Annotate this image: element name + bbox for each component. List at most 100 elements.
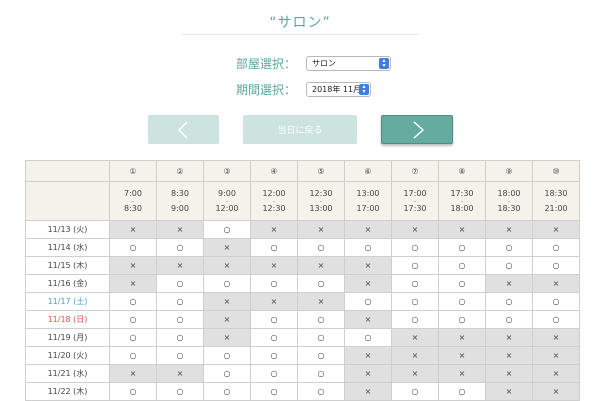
- available-slot-cell[interactable]: ○: [109, 328, 157, 347]
- available-slot-cell[interactable]: ○: [391, 292, 439, 311]
- available-slot-cell[interactable]: ○: [297, 328, 345, 347]
- available-slot-cell[interactable]: ○: [156, 292, 204, 311]
- available-slot-cell[interactable]: ○: [485, 256, 533, 275]
- unavailable-slot-cell: ×: [485, 382, 533, 401]
- date-cell: 11/21 (水): [25, 364, 110, 383]
- available-slot-cell[interactable]: ○: [109, 292, 157, 311]
- available-slot-cell[interactable]: ○: [485, 310, 533, 329]
- available-slot-cell[interactable]: ○: [250, 274, 298, 293]
- title-divider: [182, 34, 418, 35]
- available-slot-cell[interactable]: ○: [156, 310, 204, 329]
- unavailable-slot-cell: ×: [438, 346, 486, 365]
- select-arrows-icon: ▴ ▾: [359, 84, 369, 95]
- available-slot-cell[interactable]: ○: [344, 292, 392, 311]
- unavailable-slot-cell: ×: [438, 220, 486, 239]
- slot-number: ①: [109, 160, 157, 182]
- available-slot-cell[interactable]: ○: [297, 238, 345, 257]
- available-slot-cell[interactable]: ○: [532, 310, 580, 329]
- available-slot-cell[interactable]: ○: [391, 274, 439, 293]
- slot-time: 13:00-17:00: [344, 181, 392, 221]
- today-button[interactable]: 当日に戻る: [243, 115, 357, 144]
- select-arrows-icon: ▴ ▾: [379, 58, 389, 69]
- available-slot-cell[interactable]: ○: [156, 328, 204, 347]
- available-slot-cell[interactable]: ○: [250, 382, 298, 401]
- unavailable-slot-cell: ×: [203, 328, 251, 347]
- available-slot-cell[interactable]: ○: [532, 292, 580, 311]
- available-slot-cell[interactable]: ○: [109, 382, 157, 401]
- available-slot-cell[interactable]: ○: [203, 364, 251, 383]
- unavailable-slot-cell: ×: [297, 220, 345, 239]
- available-slot-cell[interactable]: ○: [438, 292, 486, 311]
- available-slot-cell[interactable]: ○: [297, 364, 345, 383]
- available-slot-cell[interactable]: ○: [438, 256, 486, 275]
- period-select[interactable]: 2018年 11月 ▴ ▾: [306, 82, 371, 97]
- available-slot-cell[interactable]: ○: [532, 256, 580, 275]
- chevron-right-icon: [413, 121, 425, 139]
- slot-start-time: 7:00: [124, 188, 142, 198]
- available-slot-cell[interactable]: ○: [156, 274, 204, 293]
- available-slot-cell[interactable]: ○: [250, 364, 298, 383]
- available-slot-cell[interactable]: ○: [109, 310, 157, 329]
- unavailable-slot-cell: ×: [203, 292, 251, 311]
- slot-end-time: 21:00: [544, 203, 568, 213]
- available-slot-cell[interactable]: ○: [391, 238, 439, 257]
- unavailable-slot-cell: ×: [109, 220, 157, 239]
- available-slot-cell[interactable]: ○: [344, 238, 392, 257]
- next-period-button[interactable]: [381, 115, 453, 144]
- available-slot-cell[interactable]: ○: [250, 346, 298, 365]
- unavailable-slot-cell: ×: [250, 256, 298, 275]
- available-slot-cell[interactable]: ○: [156, 238, 204, 257]
- slot-time: 12:00-12:30: [250, 181, 298, 221]
- slot-end-time: 18:30: [497, 203, 521, 213]
- available-slot-cell[interactable]: ○: [297, 274, 345, 293]
- available-slot-cell[interactable]: ○: [532, 238, 580, 257]
- available-slot-cell[interactable]: ○: [391, 256, 439, 275]
- unavailable-slot-cell: ×: [438, 328, 486, 347]
- slot-time: 17:00-17:30: [391, 181, 439, 221]
- unavailable-slot-cell: ×: [344, 346, 392, 365]
- prev-period-button[interactable]: [148, 115, 219, 144]
- slot-time: 9:00-12:00: [203, 181, 251, 221]
- available-slot-cell[interactable]: ○: [438, 310, 486, 329]
- available-slot-cell[interactable]: ○: [156, 346, 204, 365]
- available-slot-cell[interactable]: ○: [438, 238, 486, 257]
- unavailable-slot-cell: ×: [344, 310, 392, 329]
- slot-number: ⑩: [532, 160, 580, 182]
- slot-number-row: ①②③④⑤⑥⑦⑧⑨⑩: [25, 160, 580, 182]
- unavailable-slot-cell: ×: [485, 346, 533, 365]
- unavailable-slot-cell: ×: [109, 274, 157, 293]
- unavailable-slot-cell: ×: [344, 382, 392, 401]
- available-slot-cell[interactable]: ○: [485, 238, 533, 257]
- unavailable-slot-cell: ×: [532, 274, 580, 293]
- available-slot-cell[interactable]: ○: [438, 382, 486, 401]
- available-slot-cell[interactable]: ○: [250, 328, 298, 347]
- unavailable-slot-cell: ×: [532, 328, 580, 347]
- available-slot-cell[interactable]: ○: [203, 220, 251, 239]
- available-slot-cell[interactable]: ○: [391, 382, 439, 401]
- unavailable-slot-cell: ×: [156, 256, 204, 275]
- available-slot-cell[interactable]: ○: [344, 328, 392, 347]
- slot-end-time: 13:00: [309, 203, 333, 213]
- table-row: 11/21 (水) × × ○ ○ ○ × × × × ×: [25, 364, 580, 383]
- available-slot-cell[interactable]: ○: [109, 238, 157, 257]
- unavailable-slot-cell: ×: [532, 364, 580, 383]
- available-slot-cell[interactable]: ○: [109, 346, 157, 365]
- date-cell: 11/22 (木): [25, 382, 110, 401]
- room-select[interactable]: サロン ▴ ▾: [306, 56, 391, 71]
- available-slot-cell[interactable]: ○: [250, 310, 298, 329]
- available-slot-cell[interactable]: ○: [203, 382, 251, 401]
- available-slot-cell[interactable]: ○: [438, 274, 486, 293]
- available-slot-cell[interactable]: ○: [297, 310, 345, 329]
- date-cell: 11/13 (火): [25, 220, 110, 239]
- available-slot-cell[interactable]: ○: [485, 292, 533, 311]
- available-slot-cell[interactable]: ○: [391, 310, 439, 329]
- available-slot-cell[interactable]: ○: [203, 274, 251, 293]
- available-slot-cell[interactable]: ○: [250, 238, 298, 257]
- available-slot-cell[interactable]: ○: [297, 382, 345, 401]
- slot-start-time: 13:00: [356, 188, 380, 198]
- period-select-label: 期間選択：: [236, 83, 297, 97]
- available-slot-cell[interactable]: ○: [297, 346, 345, 365]
- slot-number: ⑥: [344, 160, 392, 182]
- available-slot-cell[interactable]: ○: [156, 382, 204, 401]
- available-slot-cell[interactable]: ○: [203, 346, 251, 365]
